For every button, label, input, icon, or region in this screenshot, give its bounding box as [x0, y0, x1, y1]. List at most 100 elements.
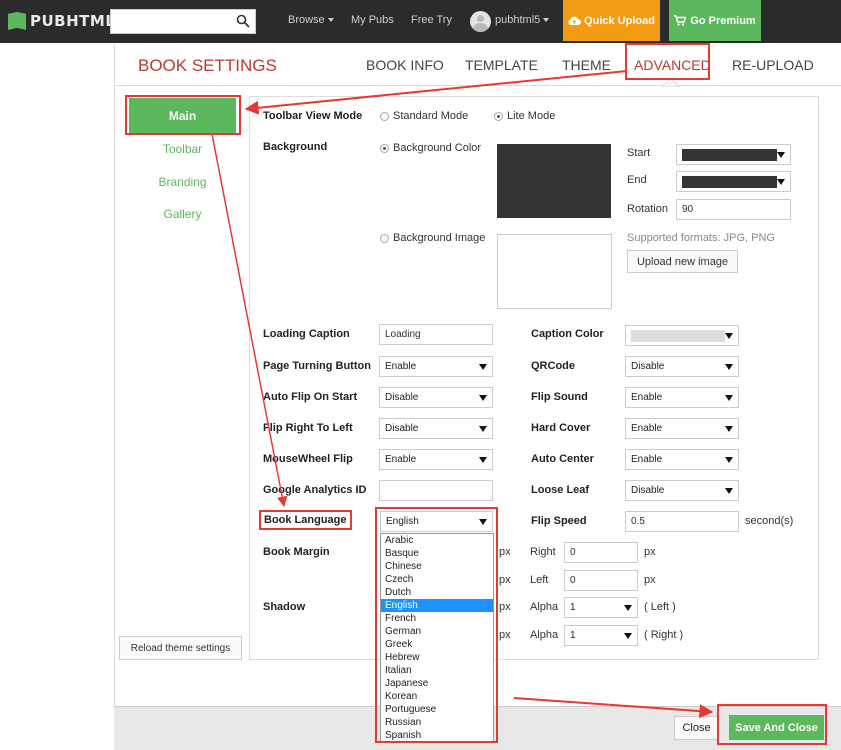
background-color-swatch[interactable] [497, 144, 611, 218]
qrcode-select[interactable]: Disable [625, 356, 739, 377]
search-icon[interactable] [236, 14, 250, 28]
language-dropdown-list: Arabic Basque Chinese Czech Dutch Englis… [380, 533, 494, 743]
end-label: End [627, 174, 647, 186]
language-option[interactable]: Dutch [381, 586, 493, 599]
dropdown-arrow-icon [479, 394, 487, 401]
language-option[interactable]: Korean [381, 690, 493, 703]
loading-caption-label: Loading Caption [263, 328, 350, 340]
flip-sound-select[interactable]: Enable [625, 387, 739, 408]
rotation-input[interactable]: 90 [676, 199, 791, 220]
search-input[interactable] [111, 10, 233, 33]
language-option[interactable]: Russian [381, 716, 493, 729]
quick-upload-button[interactable]: Quick Upload [563, 0, 660, 41]
language-option[interactable]: Chinese [381, 560, 493, 573]
chevron-down-icon [543, 18, 550, 23]
qrcode-label: QRCode [531, 360, 575, 372]
auto-flip-select[interactable]: Disable [379, 387, 493, 408]
language-option[interactable]: Arabic [381, 534, 493, 547]
toolbar-view-mode-label: Toolbar View Mode [263, 110, 363, 122]
sidebar-item-gallery[interactable]: Gallery [129, 207, 236, 221]
auto-center-label: Auto Center [531, 453, 594, 465]
loading-caption-input[interactable]: Loading [379, 324, 493, 345]
auto-center-select[interactable]: Enable [625, 449, 739, 470]
dropdown-arrow-icon [725, 425, 733, 432]
pubhtml5-logo[interactable]: PUBHTML5 [8, 11, 126, 31]
language-option[interactable]: French [381, 612, 493, 625]
margin-right-input[interactable]: 0 [564, 542, 638, 563]
page-title: BOOK SETTINGS [138, 56, 277, 75]
google-analytics-input[interactable] [379, 480, 493, 501]
margin-left-input[interactable]: 0 [564, 570, 638, 591]
dropdown-arrow-icon [479, 456, 487, 463]
shadow-right-unit: px [499, 629, 511, 641]
page-turning-button-label: Page Turning Button [263, 360, 371, 372]
language-option[interactable]: Hebrew [381, 651, 493, 664]
end-color-swatch [682, 175, 777, 188]
mousewheel-flip-select[interactable]: Enable [379, 449, 493, 470]
mousewheel-flip-label: MouseWheel Flip [263, 453, 353, 465]
page-turning-select[interactable]: Enable [379, 356, 493, 377]
dropdown-arrow-icon [624, 604, 632, 611]
go-premium-button[interactable]: Go Premium [669, 0, 761, 41]
start-color-swatch [682, 148, 777, 161]
chevron-down-icon [327, 18, 334, 23]
auto-flip-label: Auto Flip On Start [263, 391, 358, 403]
language-option[interactable]: German [381, 625, 493, 638]
loose-leaf-select[interactable]: Disable [625, 480, 739, 501]
start-label: Start [627, 147, 651, 159]
flip-rtl-label: Flip Right To Left [263, 422, 353, 434]
language-option[interactable]: Spanish [381, 729, 493, 742]
nav-browse[interactable]: Browse [288, 14, 334, 26]
start-color-select[interactable] [676, 144, 791, 165]
background-label: Background [263, 141, 328, 153]
language-option[interactable]: Greek [381, 638, 493, 651]
end-color-select[interactable] [676, 171, 791, 192]
tab-advanced[interactable]: ADVANCED [634, 57, 711, 73]
standard-mode-radio[interactable]: Standard Mode [380, 110, 468, 122]
sidebar-item-toolbar[interactable]: Toolbar [129, 142, 236, 156]
flip-speed-unit: second(s) [745, 515, 794, 527]
user-menu[interactable]: pubhtml5 [495, 14, 550, 26]
shadow-alpha-left-select[interactable]: 1 [564, 597, 638, 618]
language-option[interactable]: Czech [381, 573, 493, 586]
flip-speed-input[interactable]: 0.5 [625, 511, 739, 532]
margin-left-unit: px [644, 574, 656, 586]
background-color-radio[interactable]: Background Color [380, 142, 481, 154]
tab-book-info[interactable]: BOOK INFO [366, 57, 444, 73]
close-button[interactable]: Close [674, 716, 719, 740]
book-margin-label: Book Margin [263, 546, 330, 558]
tab-re-upload[interactable]: RE-UPLOAD [732, 57, 814, 73]
radio-checked-icon [380, 143, 389, 153]
language-option[interactable]: Basque [381, 547, 493, 560]
shadow-right-note: ( Right ) [644, 629, 684, 641]
dropdown-arrow-icon [725, 332, 733, 339]
loose-leaf-label: Loose Leaf [531, 484, 590, 496]
caption-color-select[interactable] [625, 325, 739, 346]
tab-theme[interactable]: THEME [562, 57, 611, 73]
lite-mode-radio[interactable]: Lite Mode [494, 110, 555, 122]
hard-cover-label: Hard Cover [531, 422, 591, 434]
margin-right-label: Right [530, 546, 556, 558]
background-image-radio[interactable]: Background Image [380, 232, 485, 244]
dropdown-arrow-icon [725, 487, 733, 494]
upload-new-image-button[interactable]: Upload new image [627, 250, 738, 273]
avatar[interactable] [470, 11, 491, 32]
shadow-alpha-right-select[interactable]: 1 [564, 625, 638, 646]
nav-free-try[interactable]: Free Try [411, 14, 452, 26]
language-option[interactable]: Italian [381, 664, 493, 677]
reload-theme-settings-button[interactable]: Reload theme settings [119, 636, 242, 660]
save-and-close-button[interactable]: Save And Close [729, 715, 824, 740]
sidebar-item-branding[interactable]: Branding [129, 175, 236, 189]
language-option[interactable]: Portuguese [381, 703, 493, 716]
language-option[interactable]: Japanese [381, 677, 493, 690]
nav-my-pubs[interactable]: My Pubs [351, 14, 394, 26]
book-language-select[interactable]: English [380, 511, 493, 532]
caption-color-label: Caption Color [531, 328, 604, 340]
tab-template[interactable]: TEMPLATE [465, 57, 538, 73]
flip-sound-label: Flip Sound [531, 391, 588, 403]
flip-rtl-select[interactable]: Disable [379, 418, 493, 439]
language-option-selected[interactable]: English [381, 599, 493, 612]
margin-left-label: Left [530, 574, 549, 586]
hard-cover-select[interactable]: Enable [625, 418, 739, 439]
sidebar-item-main[interactable]: Main [129, 98, 236, 133]
